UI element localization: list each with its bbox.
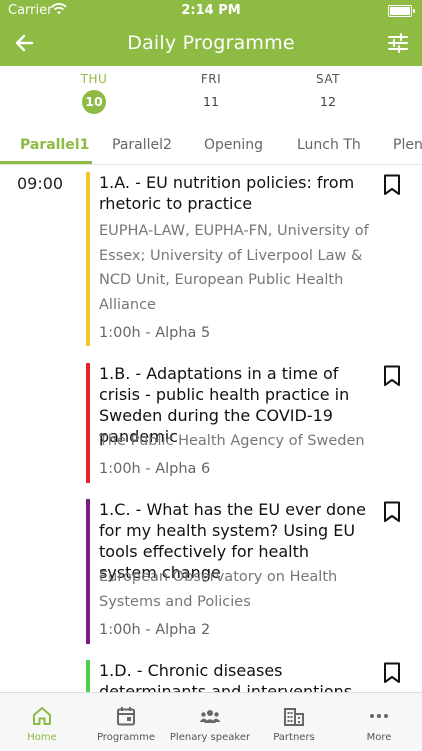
nav-home[interactable]: Home <box>0 693 84 751</box>
day-fri[interactable]: FRI 11 <box>181 72 241 114</box>
bookmark-button[interactable] <box>383 365 401 387</box>
session-organizer: The Public Health Agency of Sweden <box>99 433 365 449</box>
nav-label: More <box>366 732 392 743</box>
bookmark-icon <box>384 662 400 683</box>
session-duration-room: 1:00h - Alpha 5 <box>99 325 211 341</box>
status-time: 2:14 PM <box>181 3 241 18</box>
tab-plenary[interactable]: Plena <box>393 137 422 153</box>
nav-label: Partners <box>273 732 315 743</box>
day-name: SAT <box>316 72 340 86</box>
session-tabs: Parallel1 Parallel2 Opening Lunch Th Ple… <box>0 128 422 165</box>
tab-parallel1[interactable]: Parallel1 <box>20 137 89 153</box>
session-color-bar <box>86 660 90 692</box>
day-name: THU <box>80 72 108 86</box>
nav-plenary-speaker[interactable]: Plenary speaker <box>168 693 252 751</box>
time-slot: 09:00 <box>17 174 64 193</box>
home-icon <box>33 707 51 725</box>
nav-label: Programme <box>96 732 156 743</box>
day-thu[interactable]: THU 10 <box>64 72 124 114</box>
building-icon <box>284 708 304 726</box>
session-organizer: European Observatory on Health Systems a… <box>99 569 338 610</box>
bookmark-button[interactable] <box>383 662 401 684</box>
group-icon <box>199 710 221 723</box>
page-title: Daily Programme <box>127 32 295 54</box>
day-number: 10 <box>82 90 106 114</box>
session-title: 1.A. - EU nutrition policies: from rheto… <box>99 173 355 213</box>
date-selector: THU 10 FRI 11 SAT 12 <box>0 66 422 116</box>
nav-more[interactable]: More <box>337 693 421 751</box>
calendar-icon <box>117 707 135 726</box>
nav-programme[interactable]: Programme <box>84 693 168 751</box>
day-name: FRI <box>200 72 222 86</box>
session-duration-room: 1:00h - Alpha 6 <box>99 461 211 477</box>
session-color-bar <box>86 172 90 346</box>
tab-opening[interactable]: Opening <box>204 137 263 153</box>
bottom-tab-bar: Home Programme Plenary speaker Partners … <box>0 692 422 751</box>
day-number: 12 <box>320 94 336 109</box>
day-number: 11 <box>203 94 219 109</box>
day-sat[interactable]: SAT 12 <box>298 72 358 114</box>
bookmark-icon <box>384 365 400 386</box>
tab-parallel2[interactable]: Parallel2 <box>112 137 172 153</box>
session-organizer: EUPHA-LAW, EUPHA-FN, University of Essex… <box>99 223 369 313</box>
nav-partners[interactable]: Partners <box>252 693 336 751</box>
tab-lunch[interactable]: Lunch Th <box>297 137 361 153</box>
sliders-icon <box>388 33 408 53</box>
session-card-1b[interactable]: 1.B. - Adaptations in a time of crisis -… <box>86 363 422 483</box>
status-bar: Carrier 2:14 PM <box>0 0 422 22</box>
app-header: Carrier 2:14 PM Daily Programme <box>0 0 422 66</box>
session-card-1c[interactable]: 1.C. - What has the EU ever done for my … <box>86 499 422 644</box>
session-color-bar <box>86 499 90 644</box>
session-title: 1.D. - Chronic diseases determinants and… <box>99 661 353 692</box>
bookmark-icon <box>384 174 400 195</box>
battery-icon <box>388 5 415 17</box>
session-list[interactable]: 09:00 1.A. - EU nutrition policies: from… <box>0 164 422 692</box>
nav-label: Home <box>27 732 57 743</box>
more-icon <box>370 714 388 718</box>
bookmark-button[interactable] <box>383 174 401 196</box>
nav-label: Plenary speaker <box>169 732 251 743</box>
session-color-bar <box>86 363 90 483</box>
bookmark-icon <box>384 501 400 522</box>
session-card-1d[interactable]: 1.D. - Chronic diseases determinants and… <box>86 660 422 692</box>
session-card-1a[interactable]: 1.A. - EU nutrition policies: from rheto… <box>86 172 422 346</box>
filter-button[interactable] <box>386 30 410 56</box>
session-duration-room: 1:00h - Alpha 2 <box>99 622 211 638</box>
bookmark-button[interactable] <box>383 501 401 523</box>
